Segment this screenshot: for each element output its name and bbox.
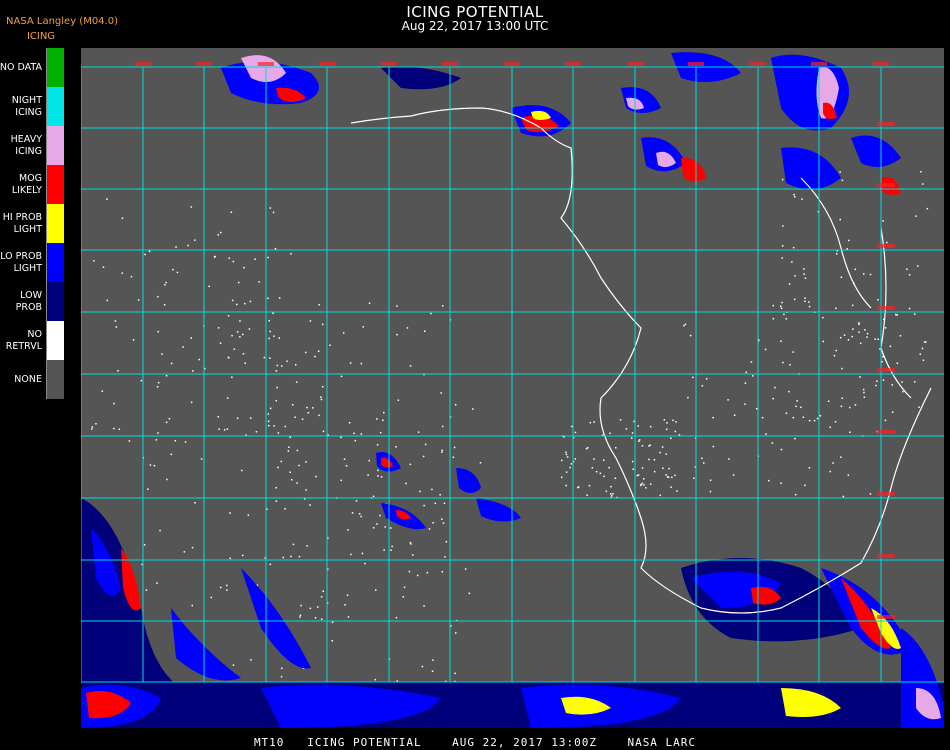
footer-caption: MT10 ICING POTENTIAL AUG 22, 2017 13:00Z… [253,736,697,749]
legend-item: HI PROB LIGHT [0,204,66,243]
map-canvas [81,52,944,728]
grid-label-mark [688,62,704,66]
legend-item: MOG LIKELY [0,165,66,204]
grid-label-mark [442,62,458,66]
grid-label-mark [381,62,397,66]
legend-label: NO RETRVL [5,328,42,352]
grid-label-mark [877,244,895,248]
grid-label-mark [135,62,151,66]
legend-swatch [46,360,64,399]
grid-label-mark [258,62,274,66]
timestamp: Aug 22, 2017 13:00 UTC [401,19,549,33]
grid-label-mark [877,554,895,558]
legend-item: NO DATA [0,48,66,87]
grid-label-mark [196,62,212,66]
legend-item: LO PROB LIGHT [0,243,66,282]
grid-label-mark [877,306,895,310]
legend-label: HI PROB LIGHT [2,211,42,235]
legend-swatch [46,243,64,282]
legend-swatch [46,321,64,360]
icing-cloud-north [221,52,901,195]
grid-label-mark [877,122,895,126]
grid-label-mark [877,492,895,496]
white-retrieval-specks [91,171,929,728]
legend-item: NONE [0,360,66,399]
grid-label-mark [504,62,520,66]
grid-label-mark [877,183,895,187]
grid-label-mark [319,62,335,66]
coastline [350,107,932,614]
legend-label: NIGHT ICING [11,94,42,118]
legend-swatch [46,126,64,165]
legend-label: LO PROB LIGHT [0,250,42,274]
grid-label-mark [873,62,889,66]
legend-item: NIGHT ICING [0,87,66,126]
legend-label: NO DATA [0,61,42,73]
grid-label-mark [877,430,895,434]
grid-label-mark [750,62,766,66]
legend-label: NONE [14,373,42,385]
legend-swatch [46,48,64,87]
legend-swatch [46,282,64,321]
legend-swatch [46,165,64,204]
grid-label-mark [565,62,581,66]
legend-label: LOW PROB [15,289,42,313]
legend-item: NO RETRVL [0,321,66,360]
legend-item: HEAVY ICING [0,126,66,165]
grid-label-mark [877,615,895,619]
legend-item: LOW PROB [0,282,66,321]
legend-swatch [46,87,64,126]
grid-label-mark [877,368,895,372]
grid-label-mark [627,62,643,66]
legend-swatch [46,204,64,243]
grid-label-mark [811,62,827,66]
legend-label: MOG LIKELY [11,172,42,196]
icing-map [81,48,944,728]
legend-label: HEAVY ICING [10,133,42,157]
icing-cloud-central [376,452,521,530]
legend: NO DATA NIGHT ICING HEAVY ICING MOG LIKELY H… [0,48,66,399]
